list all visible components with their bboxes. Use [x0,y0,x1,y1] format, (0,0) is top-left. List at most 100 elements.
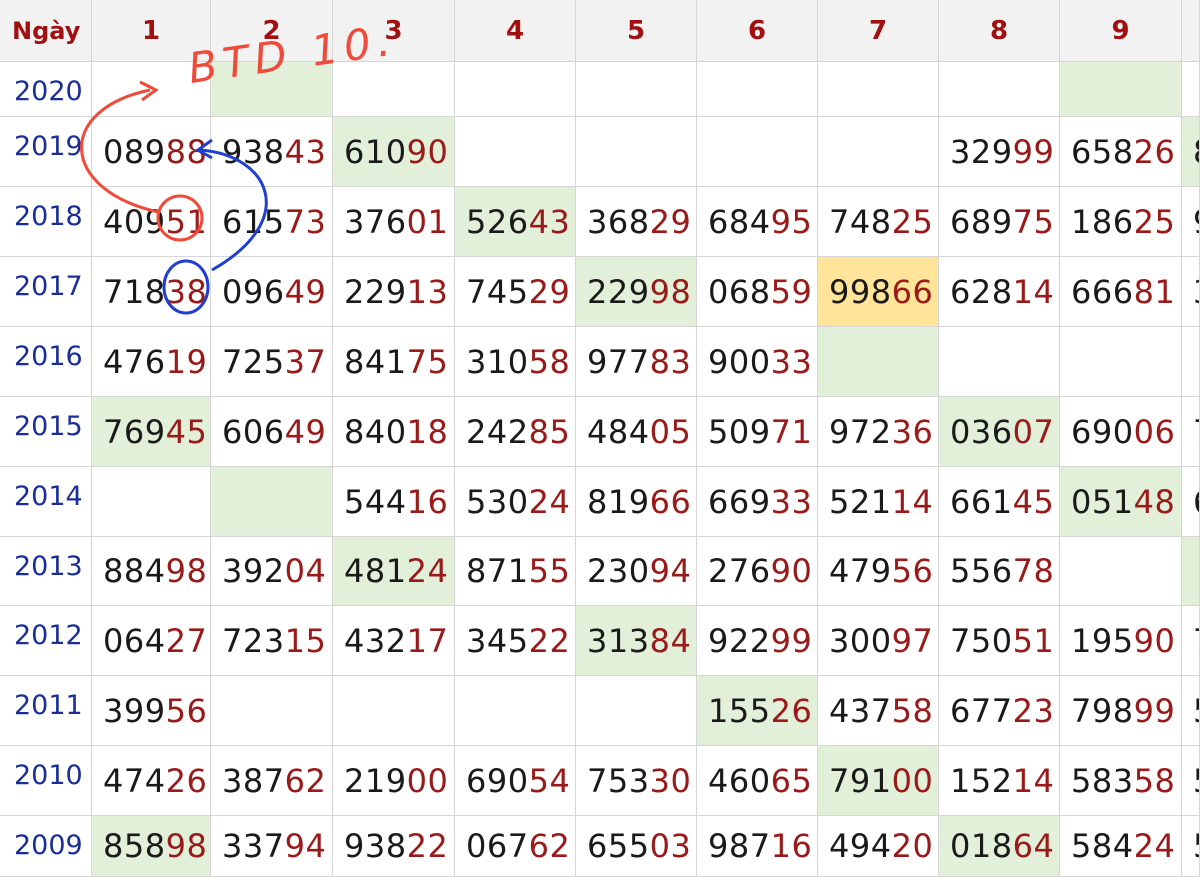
result-cell: 819 66 [576,467,697,537]
number-head-digits: 460 [708,761,771,800]
result-cell: 610 90 [333,117,455,187]
number-head-digits: 521 [829,482,892,521]
number-tail-digits: 73 [284,202,327,241]
number-head-digits: 922 [708,621,771,660]
result-cell [939,62,1060,117]
result-cell: 036 07 [939,397,1060,467]
result-cell [455,117,576,187]
number-head-digits: 068 [708,272,771,311]
number-head-digits: 972 [829,412,892,451]
number-tail-digits: 88 [165,132,208,171]
number-head-digits: 753 [587,761,650,800]
result-cell: 432 17 [333,606,455,676]
number-tail-digits: 26 [165,761,208,800]
header-day-8: 8 [939,0,1060,62]
result-cell: 606 49 [211,397,333,467]
number-tail-digits: 71 [770,412,813,451]
number-tail-digits: 98 [649,272,692,311]
result-cell: 437 58 [818,676,939,746]
number-head-digits: 509 [708,412,771,451]
result-cell: 7 [1182,606,1200,676]
result-cell [818,117,939,187]
result-cell [818,327,939,397]
year-label: 2018 [0,187,92,257]
number-head-digits: 8 [1193,133,1199,171]
number-head-digits: 725 [222,342,285,381]
result-cell [455,62,576,117]
number-tail-digits: 25 [891,202,934,241]
number-head-digits: 9 [1193,203,1199,241]
result-cell: 481 24 [333,537,455,606]
number-head-digits: 530 [466,482,529,521]
result-cell: 329 99 [939,117,1060,187]
year-label: 2019 [0,117,92,187]
result-cell [92,467,211,537]
number-tail-digits: 38 [165,272,208,311]
result-cell: 089 88 [92,117,211,187]
result-cell: 769 45 [92,397,211,467]
number-head-digits: 5 [1193,827,1199,865]
number-head-digits: 900 [708,342,771,381]
result-cell: 3 [1182,257,1200,327]
number-tail-digits: 33 [770,482,813,521]
result-cell: 998 66 [818,257,939,327]
number-head-digits: 5 [1193,762,1199,800]
number-tail-digits: 04 [284,552,327,590]
result-cell: 556 78 [939,537,1060,606]
result-cell: 972 36 [818,397,939,467]
number-head-digits: 791 [829,761,892,800]
number-head-digits: 089 [103,132,166,171]
result-cell [1060,62,1182,117]
number-tail-digits: 99 [1012,132,1055,171]
year-label: 2011 [0,676,92,746]
number-tail-digits: 00 [891,761,934,800]
number-head-digits: 432 [344,621,407,660]
number-tail-digits: 24 [406,552,449,590]
result-cell: 509 71 [697,397,818,467]
result-cell: 583 58 [1060,746,1182,816]
number-tail-digits: 49 [284,412,327,451]
number-tail-digits: 59 [770,272,813,311]
number-head-digits: 300 [829,621,892,660]
number-tail-digits: 23 [1012,691,1055,730]
result-cell: 152 14 [939,746,1060,816]
result-cell: 669 33 [697,467,818,537]
result-cell [576,62,697,117]
result-cell: 987 16 [697,816,818,877]
number-head-digits: 819 [587,482,650,521]
year-label: 2014 [0,467,92,537]
number-head-digits: 669 [708,482,771,521]
result-cell: 584 24 [1060,816,1182,877]
number-tail-digits: 45 [1012,482,1055,521]
year-label: 2010 [0,746,92,816]
number-head-digits: 230 [587,552,650,590]
header-day-more [1182,0,1200,62]
result-cell: 484 05 [576,397,697,467]
number-tail-digits: 16 [770,827,813,865]
result-cell: 229 98 [576,257,697,327]
number-tail-digits: 07 [1012,412,1055,451]
result-cell: 521 14 [818,467,939,537]
result-cell: 195 90 [1060,606,1182,676]
number-tail-digits: 19 [165,342,208,381]
number-head-digits: 329 [950,132,1013,171]
number-tail-digits: 26 [770,691,813,730]
number-head-digits: 655 [587,827,650,865]
result-cell: 479 56 [818,537,939,606]
number-head-digits: 750 [950,621,1013,660]
result-cell: 661 45 [939,467,1060,537]
result-cell: 345 22 [455,606,576,676]
number-head-digits: 871 [466,552,529,590]
result-cell [211,467,333,537]
number-tail-digits: 98 [165,827,208,865]
number-tail-digits: 24 [528,482,571,521]
number-tail-digits: 22 [406,827,449,865]
result-cell: 376 01 [333,187,455,257]
header-day-7: 7 [818,0,939,62]
number-head-digits: 387 [222,761,285,800]
number-head-digits: 219 [344,761,407,800]
number-head-digits: 658 [1071,132,1134,171]
result-cell [1182,327,1200,397]
number-tail-digits: 65 [770,761,813,800]
number-tail-digits: 94 [284,827,327,865]
